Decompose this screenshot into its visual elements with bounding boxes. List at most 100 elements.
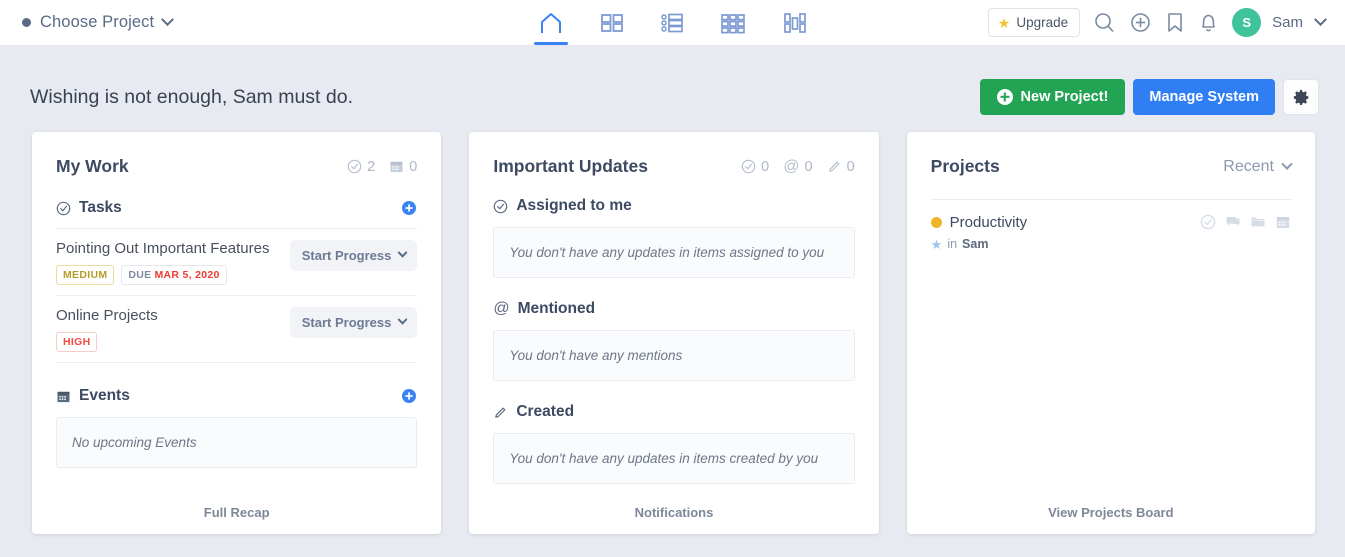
bookmark-button[interactable] bbox=[1165, 11, 1185, 34]
nav-item-dashboard[interactable] bbox=[592, 0, 632, 45]
created-empty-state: You don't have any updates in items crea… bbox=[493, 433, 855, 484]
project-tasks-button[interactable] bbox=[1200, 214, 1216, 230]
task-info: Online Projects HIGH bbox=[56, 307, 280, 352]
project-calendar-button[interactable] bbox=[1275, 214, 1291, 230]
task-info: Pointing Out Important Features MEDIUM D… bbox=[56, 240, 280, 285]
greeting-row: Wishing is not enough, Sam must do. New … bbox=[0, 46, 1345, 122]
mentioned-section-title: Mentioned bbox=[517, 300, 596, 317]
avatar: S bbox=[1232, 8, 1262, 37]
add-event-button[interactable] bbox=[401, 388, 417, 404]
add-button[interactable] bbox=[1129, 11, 1152, 34]
nav-underline bbox=[656, 42, 688, 45]
due-label: DUE bbox=[128, 269, 152, 281]
pencil-icon bbox=[828, 161, 839, 172]
main-nav bbox=[530, 0, 816, 45]
grid-3x3-icon bbox=[720, 13, 745, 33]
projects-header: Projects Recent bbox=[907, 132, 1315, 177]
project-name-line: Productivity bbox=[930, 214, 1027, 231]
check-circle-icon bbox=[1200, 214, 1216, 230]
task-name: Pointing Out Important Features bbox=[56, 240, 270, 257]
header-tools: ★ Upgrade S Sam bbox=[987, 8, 1345, 37]
grid-2x2-icon bbox=[600, 13, 623, 32]
task-badges: HIGH bbox=[56, 332, 280, 352]
gear-icon bbox=[1293, 89, 1308, 105]
upgrade-label: Upgrade bbox=[1016, 15, 1069, 30]
nav-item-grid[interactable] bbox=[712, 0, 754, 45]
created-section-header: Created bbox=[493, 381, 854, 421]
card-title: Projects bbox=[930, 156, 1000, 176]
nav-active-underline bbox=[533, 42, 568, 45]
projects-body: Productivity ★ in Sam bbox=[907, 177, 1315, 490]
start-progress-button[interactable]: Start Progress bbox=[289, 307, 418, 338]
status-badge: HIGH bbox=[56, 332, 98, 352]
full-recap-link[interactable]: Full Recap bbox=[32, 490, 441, 534]
view-projects-board-link[interactable]: View Projects Board bbox=[907, 490, 1315, 534]
nav-item-list[interactable] bbox=[652, 0, 692, 45]
assigned-empty-state: You don't have any updates in items assi… bbox=[493, 227, 855, 278]
nav-item-board[interactable] bbox=[774, 0, 816, 45]
settings-button[interactable] bbox=[1283, 79, 1319, 115]
projects-sort-dropdown[interactable]: Recent bbox=[1223, 157, 1293, 176]
upgrade-button[interactable]: ★ Upgrade bbox=[987, 8, 1081, 37]
tasks-section-header: Tasks bbox=[56, 177, 417, 217]
table-row[interactable]: Pointing Out Important Features MEDIUM D… bbox=[56, 229, 418, 296]
my-work-body: Tasks Pointing Out Important Features ME… bbox=[32, 177, 441, 490]
new-project-button[interactable]: New Project! bbox=[979, 79, 1126, 115]
events-count: 0 bbox=[409, 158, 418, 175]
notifications-link[interactable]: Notifications bbox=[469, 490, 878, 534]
nav-item-home[interactable] bbox=[530, 0, 572, 45]
check-circle-icon bbox=[741, 159, 756, 174]
chat-bubble-icon bbox=[1226, 217, 1240, 226]
project-files-button[interactable] bbox=[1250, 214, 1266, 230]
task-name: Online Projects bbox=[56, 307, 158, 324]
important-updates-card: Important Updates 0 @ 0 0 Assigned to me… bbox=[469, 132, 879, 534]
chevron-down-icon bbox=[1281, 158, 1293, 170]
bookmark-icon bbox=[1168, 13, 1182, 32]
created-section-title: Created bbox=[516, 403, 575, 420]
calendar-icon bbox=[57, 391, 70, 402]
at-sign-icon: @ bbox=[783, 157, 800, 175]
project-selector[interactable]: Choose Project bbox=[0, 0, 175, 45]
manage-system-button[interactable]: Manage System bbox=[1133, 79, 1275, 115]
status-badge: MEDIUM bbox=[56, 265, 115, 285]
folder-icon bbox=[1251, 217, 1265, 227]
list-item[interactable]: Productivity ★ in Sam bbox=[930, 200, 1291, 259]
task-badges: MEDIUM DUE MAR 5, 2020 bbox=[56, 265, 280, 285]
table-row[interactable]: Online Projects HIGH Start Progress bbox=[56, 296, 418, 363]
important-updates-body: Assigned to me You don't have any update… bbox=[469, 177, 878, 490]
project-row-actions bbox=[1200, 214, 1291, 230]
dot-icon bbox=[22, 18, 31, 27]
assigned-section-title: Assigned to me bbox=[516, 197, 632, 214]
notifications-button[interactable] bbox=[1198, 11, 1219, 34]
at-sign-icon: @ bbox=[493, 300, 510, 317]
user-menu[interactable]: S Sam bbox=[1232, 8, 1327, 37]
chevron-down-icon bbox=[161, 13, 175, 27]
created-counter: 0 bbox=[827, 159, 855, 175]
page-actions: New Project! Manage System bbox=[979, 79, 1319, 115]
plus-circle-icon bbox=[402, 389, 417, 403]
dashboard-cards: My Work 2 0 Tasks Pointing Out Important… bbox=[0, 122, 1345, 534]
start-progress-button[interactable]: Start Progress bbox=[289, 240, 418, 271]
avatar-initial: S bbox=[1242, 15, 1251, 30]
search-button[interactable] bbox=[1093, 11, 1116, 34]
events-section-header: Events bbox=[56, 363, 417, 405]
search-icon bbox=[1095, 13, 1114, 33]
events-section-title: Events bbox=[79, 387, 130, 404]
plus-circle-icon bbox=[1131, 13, 1150, 32]
project-info: Productivity ★ in Sam bbox=[930, 214, 1027, 251]
check-circle-icon bbox=[347, 159, 362, 174]
start-progress-label: Start Progress bbox=[301, 248, 392, 263]
my-work-counters: 2 0 bbox=[347, 159, 417, 175]
mentioned-empty-state: You don't have any mentions bbox=[493, 330, 855, 381]
nav-underline bbox=[778, 42, 812, 45]
tasks-counter: 2 bbox=[347, 159, 375, 175]
app-header: Choose Project ★ Upgrade S Sam bbox=[0, 0, 1345, 46]
events-counter: 0 bbox=[389, 159, 417, 175]
add-task-button[interactable] bbox=[401, 200, 417, 216]
project-discussions-button[interactable] bbox=[1225, 214, 1241, 230]
important-updates-header: Important Updates 0 @ 0 0 bbox=[469, 132, 878, 177]
projects-sort-label: Recent bbox=[1223, 157, 1274, 175]
page-title: Wishing is not enough, Sam must do. bbox=[30, 85, 353, 108]
created-count: 0 bbox=[846, 158, 855, 175]
project-owner-name: Sam bbox=[962, 237, 989, 251]
